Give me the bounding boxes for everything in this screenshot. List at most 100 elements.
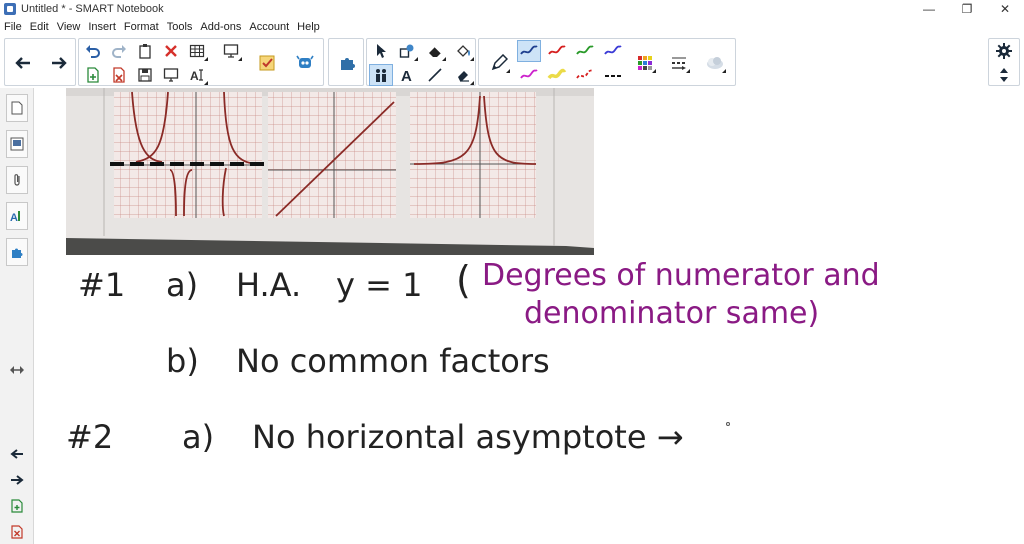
menu-insert[interactable]: Insert	[84, 21, 120, 33]
delete-button[interactable]	[159, 40, 183, 62]
pen-style-5[interactable]	[517, 64, 541, 86]
attachments-tab[interactable]	[6, 166, 28, 194]
monster-icon	[296, 55, 314, 68]
up-down-arrows-icon	[1000, 68, 1008, 82]
inserted-graph-photo[interactable]	[66, 88, 594, 255]
sidebar-prev-page-button[interactable]	[8, 446, 26, 462]
menu-format[interactable]: Format	[120, 21, 163, 33]
display-icon	[163, 68, 179, 82]
next-page-button[interactable]	[47, 52, 71, 74]
cursor-arrow-icon	[377, 44, 386, 58]
shapes-tool[interactable]	[395, 40, 419, 62]
paperclip-icon	[14, 174, 20, 186]
pens-tool[interactable]	[369, 64, 393, 86]
clipboard-icon	[139, 44, 151, 59]
insert-text-button[interactable]: A	[185, 64, 209, 86]
insert-page-button[interactable]	[81, 64, 105, 86]
menu-file[interactable]: File	[0, 21, 26, 33]
table-icon	[189, 44, 205, 58]
previous-page-button[interactable]	[11, 52, 35, 74]
screen-shade-button[interactable]	[219, 40, 243, 62]
eraser-tool[interactable]	[451, 64, 475, 86]
add-ons-tab[interactable]	[6, 238, 28, 266]
title-bar: Untitled * - SMART Notebook — ❐ ✕	[0, 0, 1024, 18]
pen-style-2[interactable]	[545, 40, 569, 62]
sidebar-add-page-button[interactable]	[8, 498, 26, 514]
monitor-icon	[223, 44, 239, 58]
edit-group: A	[78, 38, 324, 86]
line-style-button[interactable]	[667, 52, 691, 74]
remove-page-icon	[11, 525, 23, 539]
menu-view[interactable]: View	[53, 21, 85, 33]
fill-effects-button[interactable]	[703, 52, 727, 74]
object-group	[328, 38, 364, 86]
shapes-gallery-button[interactable]	[335, 52, 359, 74]
select-tool[interactable]	[369, 40, 393, 62]
sidebar-next-page-button[interactable]	[8, 472, 26, 488]
pen-cursor-dot	[726, 422, 730, 426]
save-button[interactable]	[133, 64, 157, 86]
properties-icon: A	[10, 211, 20, 223]
left-right-arrows-icon	[10, 366, 24, 374]
add-ons-button[interactable]	[293, 52, 317, 74]
properties-tab[interactable]: A	[6, 202, 28, 230]
text-tool[interactable]: A	[395, 64, 419, 86]
pen-stroke-icon	[547, 68, 567, 80]
note-problem-1-number: #1	[78, 266, 126, 304]
shapes-icon	[399, 44, 414, 58]
undo-button[interactable]	[81, 40, 105, 62]
dashed-pen-stroke-icon	[605, 75, 621, 77]
menu-edit[interactable]: Edit	[26, 21, 53, 33]
maximize-button[interactable]: ❐	[948, 0, 986, 18]
diagonal-line-icon	[428, 68, 442, 82]
line-tool[interactable]	[423, 64, 447, 86]
sidebar-delete-page-button[interactable]	[8, 524, 26, 540]
pen-stroke-icon	[576, 45, 594, 55]
delete-page-button[interactable]	[107, 64, 131, 86]
pen-style-3[interactable]	[573, 40, 597, 62]
menu-add-ons[interactable]: Add-ons	[196, 21, 245, 33]
magic-pen-tool[interactable]	[423, 40, 447, 62]
smart-notebook-app-icon	[4, 3, 16, 15]
svg-text:A: A	[401, 68, 412, 83]
pen-stroke-icon	[548, 45, 566, 55]
pen-style-4[interactable]	[601, 40, 625, 62]
menu-help[interactable]: Help	[293, 21, 324, 33]
color-palette-button[interactable]	[633, 52, 657, 74]
activity-builder-button[interactable]	[255, 52, 279, 74]
note-problem-2-number: #2	[66, 418, 114, 456]
side-panel: A	[0, 88, 34, 544]
paste-button[interactable]	[133, 40, 157, 62]
note-horizontal-asymptote-label: H.A.	[236, 266, 302, 304]
note-degree-explanation-line-2: denominator same)	[524, 296, 820, 331]
dashed-pen-stroke-icon	[576, 69, 594, 79]
insert-table-button[interactable]	[185, 40, 209, 62]
pen-style-8[interactable]	[601, 64, 625, 86]
minimize-button[interactable]: —	[910, 0, 948, 18]
eraser-blob-icon	[429, 46, 442, 57]
note-no-common-factors: No common factors	[236, 342, 550, 380]
eraser-icon	[458, 71, 469, 82]
fill-tool[interactable]	[451, 40, 475, 62]
redo-button[interactable]	[107, 40, 131, 62]
note-problem-1-b-label: b)	[166, 342, 199, 380]
full-screen-button[interactable]	[159, 64, 183, 86]
add-page-icon	[11, 499, 23, 513]
gallery-tab[interactable]	[6, 130, 28, 158]
note-asymptote-equation: y = 1	[336, 266, 423, 304]
menu-tools[interactable]: Tools	[163, 21, 197, 33]
page-sorter-tab[interactable]	[6, 94, 28, 122]
pen-style-1[interactable]	[517, 40, 541, 62]
toolbar-position-button[interactable]	[992, 64, 1016, 86]
pen-style-6[interactable]	[545, 64, 569, 86]
move-sidebar-button[interactable]	[8, 362, 26, 378]
text-cursor-icon: A	[190, 69, 203, 83]
menu-account[interactable]: Account	[245, 21, 293, 33]
settings-button[interactable]	[992, 40, 1016, 62]
arrow-left-icon	[15, 57, 30, 69]
close-button[interactable]: ✕	[986, 0, 1024, 18]
note-open-paren: (	[456, 258, 471, 302]
pen-type-button[interactable]	[487, 52, 511, 74]
people-icon	[376, 69, 386, 82]
pen-style-7[interactable]	[573, 64, 597, 86]
